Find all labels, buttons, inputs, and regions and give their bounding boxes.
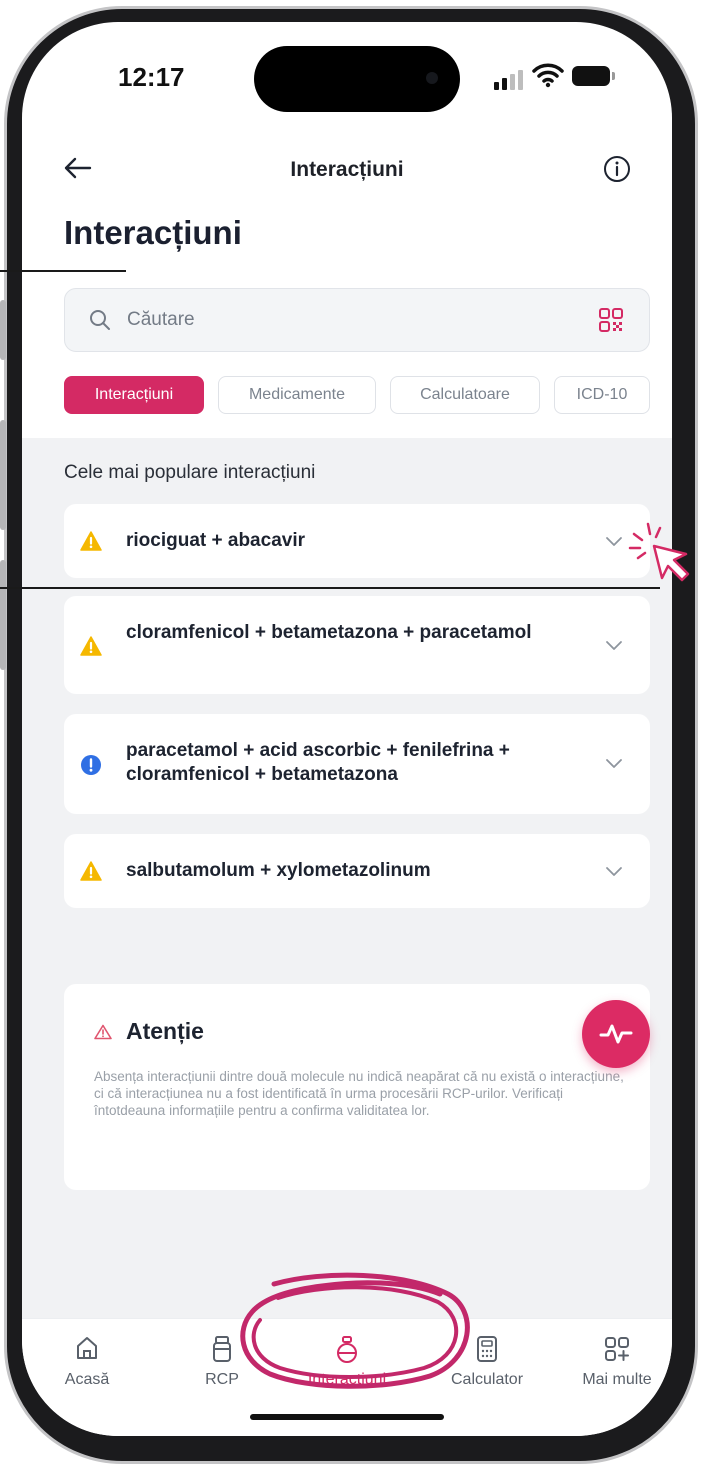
interaction-text: paracetamol + acid ascorbic + fenilefrin… bbox=[126, 740, 510, 785]
chip-medicamente[interactable]: Medicamente bbox=[218, 376, 376, 414]
info-exclamation-icon bbox=[81, 755, 101, 775]
nav-bar: Interacțiuni bbox=[22, 142, 672, 206]
qr-code-icon[interactable] bbox=[597, 306, 625, 334]
status-time: 12:17 bbox=[118, 62, 185, 92]
signal-icon bbox=[494, 70, 523, 90]
battery-icon bbox=[572, 66, 610, 86]
pill-bottle-icon bbox=[213, 1336, 231, 1362]
chevron-down-icon[interactable] bbox=[604, 534, 624, 548]
warning-outline-icon bbox=[94, 1024, 112, 1040]
interaction-text: cloramfenicol + betametazona + paracetam… bbox=[126, 622, 532, 643]
info-icon[interactable] bbox=[602, 154, 632, 184]
annotation-line bbox=[0, 270, 126, 272]
wifi-icon bbox=[532, 63, 564, 88]
dynamic-island bbox=[254, 46, 460, 112]
side-button bbox=[0, 560, 6, 670]
status-bar: 12:17 bbox=[22, 22, 672, 142]
interaction-card[interactable]: paracetamol + acid ascorbic + fenilefrin… bbox=[64, 714, 650, 814]
interaction-text: salbutamolum + xylometazolinum bbox=[126, 860, 431, 881]
side-button bbox=[0, 420, 6, 530]
chip-icd10[interactable]: ICD-10 bbox=[554, 376, 650, 414]
tab-mai-multe[interactable]: Mai multe bbox=[557, 1319, 672, 1399]
cursor-click-icon bbox=[628, 522, 690, 582]
annotation-line bbox=[0, 587, 660, 589]
page-title: Interacțiuni bbox=[64, 214, 242, 251]
grid-plus-icon bbox=[605, 1337, 629, 1361]
home-indicator bbox=[250, 1414, 444, 1420]
section-label: Cele mai populare interacțiuni bbox=[64, 462, 316, 483]
tab-label: Mai multe bbox=[582, 1371, 652, 1388]
pulse-icon bbox=[599, 1024, 633, 1044]
home-icon bbox=[77, 1337, 97, 1359]
highlight-scribble bbox=[240, 1272, 470, 1389]
chevron-down-icon[interactable] bbox=[604, 756, 624, 770]
search-icon bbox=[90, 310, 110, 330]
warning-triangle-icon bbox=[80, 531, 102, 551]
warning-body: Absența interacțiunii dintre două molecu… bbox=[94, 1069, 624, 1118]
interaction-card[interactable]: cloramfenicol + betametazona + paracetam… bbox=[64, 596, 650, 694]
search-input[interactable]: Căutare bbox=[127, 309, 195, 331]
interaction-card[interactable]: riociguat + abacavir bbox=[64, 504, 650, 578]
tab-acasa[interactable]: Acasă bbox=[27, 1319, 147, 1399]
screen: 12:17 Interacțiuni Interacțiuni Căutare … bbox=[22, 22, 672, 1436]
interaction-text: riociguat + abacavir bbox=[126, 530, 305, 551]
calculator-icon bbox=[477, 1336, 497, 1362]
warning-card: Atenție Absența interacțiunii dintre dou… bbox=[64, 984, 650, 1190]
warning-triangle-icon bbox=[80, 636, 102, 656]
warning-triangle-icon bbox=[80, 861, 102, 881]
nav-title: Interacțiuni bbox=[290, 158, 404, 181]
side-button bbox=[0, 300, 6, 360]
chevron-down-icon[interactable] bbox=[604, 864, 624, 878]
warning-title: Atenție bbox=[126, 1018, 204, 1044]
search-bar[interactable]: Căutare bbox=[64, 288, 650, 352]
activity-fab-button[interactable] bbox=[582, 1000, 650, 1068]
chip-calculatoare[interactable]: Calculatoare bbox=[390, 376, 540, 414]
tab-label: Acasă bbox=[64, 1371, 110, 1388]
interaction-card[interactable]: salbutamolum + xylometazolinum bbox=[64, 834, 650, 908]
chevron-down-icon[interactable] bbox=[604, 638, 624, 652]
chip-interactiuni[interactable]: Interacțiuni bbox=[64, 376, 204, 414]
